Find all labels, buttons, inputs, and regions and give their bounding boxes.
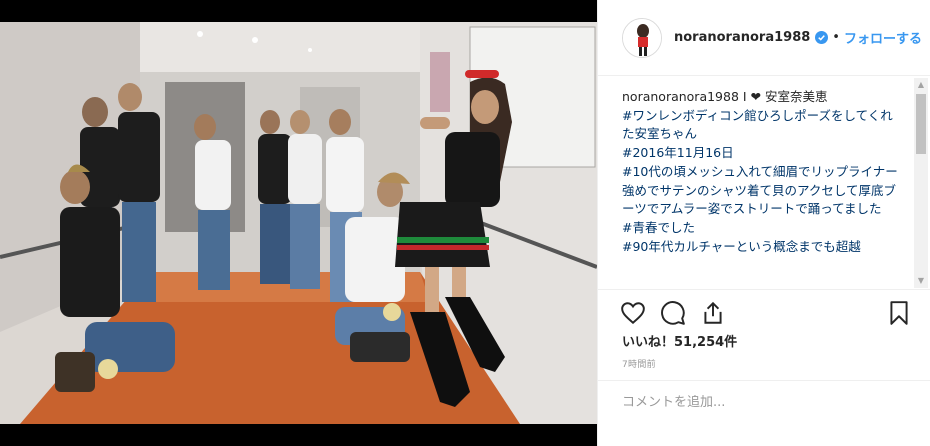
caption-area: noranoranora1988 I ❤ 安室奈美恵 #ワンレンボディコン館ひろ… — [598, 77, 930, 289]
post-timestamp[interactable]: 7時間前 — [622, 357, 656, 370]
follow-button[interactable]: フォローする — [844, 28, 922, 47]
image-top-letterbox — [0, 0, 597, 22]
comment-section — [598, 380, 930, 446]
comment-input[interactable] — [622, 395, 902, 410]
share-icon[interactable] — [700, 300, 726, 326]
caption-hashtag-2[interactable]: #2016年11月16日 — [622, 144, 903, 163]
post-author-username[interactable]: noranoranora1988 — [674, 30, 810, 45]
likes-count[interactable]: いいね！51,254件 — [622, 331, 737, 350]
caption-hashtag-1[interactable]: #ワンレンボディコン館ひろしポーズをしてくれた安室ちゃん — [622, 107, 903, 144]
scroll-up-arrow-icon[interactable]: ▲ — [914, 78, 928, 92]
caption-scrollbar[interactable]: ▲ ▼ — [914, 78, 928, 288]
verified-badge-icon — [815, 31, 829, 44]
image-bottom-letterbox — [0, 424, 597, 446]
post-photo[interactable] — [0, 22, 597, 424]
action-bar — [598, 289, 930, 335]
avatar-image — [623, 18, 661, 57]
post-header: noranoranora1988 • フォローする — [598, 0, 930, 76]
post-photo-illustration — [0, 22, 597, 424]
caption-hashtag-4[interactable]: #青春でした — [622, 219, 903, 238]
caption-hashtag-5[interactable]: #90年代カルチャーという概念までも超越 — [622, 238, 903, 257]
caption-text: noranoranora1988 I ❤ 安室奈美恵 #ワンレンボディコン館ひろ… — [598, 77, 930, 256]
caption-line-1: I ❤ 安室奈美恵 — [738, 89, 828, 104]
comment-icon[interactable] — [660, 300, 686, 326]
scroll-down-arrow-icon[interactable]: ▼ — [914, 274, 928, 288]
heart-icon[interactable] — [620, 300, 646, 326]
avatar[interactable] — [622, 17, 662, 58]
caption-username[interactable]: noranoranora1988 — [622, 89, 739, 104]
caption-hashtag-3[interactable]: #10代の頃メッシュ入れて細眉でリップライナー強めでサテンのシャツ着て貝のアクセ… — [622, 163, 903, 219]
post-sidebar: noranoranora1988 • フォローする noranoranora19… — [597, 0, 930, 446]
bookmark-icon[interactable] — [886, 300, 912, 326]
scrollbar-thumb[interactable] — [916, 94, 926, 154]
header-separator: • — [832, 30, 840, 45]
